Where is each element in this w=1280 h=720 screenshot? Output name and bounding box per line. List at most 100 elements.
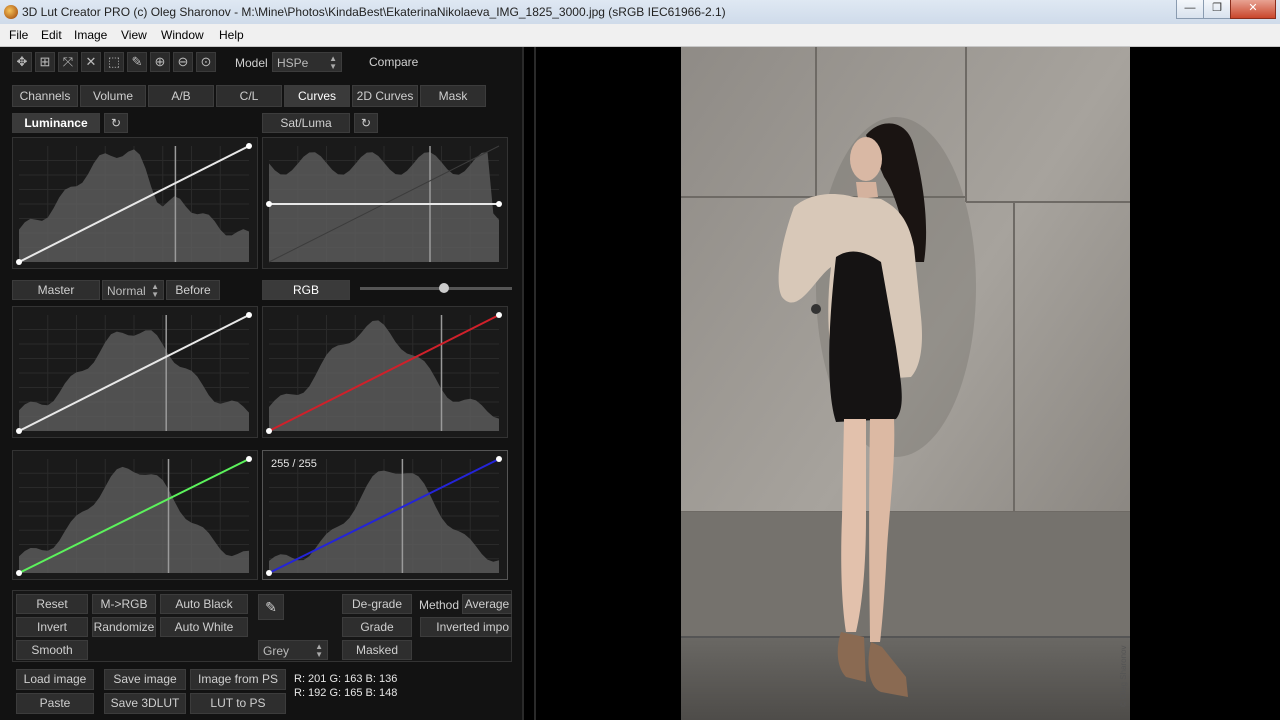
menu-window[interactable]: Window: [161, 28, 204, 42]
eyedropper-icon[interactable]: ✎: [258, 594, 284, 620]
model-select-value: HSPe: [277, 56, 309, 70]
paste-button[interactable]: Paste: [16, 693, 94, 714]
select-tool-icon[interactable]: ⬚: [104, 52, 124, 72]
minimize-button[interactable]: —: [1176, 0, 1204, 19]
compare-button[interactable]: Compare: [369, 55, 418, 69]
tab-curves[interactable]: Curves: [284, 85, 350, 107]
satluma-button[interactable]: Sat/Luma: [262, 113, 350, 133]
tab-cl[interactable]: C/L: [216, 85, 282, 107]
grade-button[interactable]: Grade: [342, 617, 412, 637]
curve-point: [16, 428, 22, 434]
opacity-slider-track[interactable]: [360, 287, 512, 290]
menu-view[interactable]: View: [121, 28, 147, 42]
expand-tool-icon[interactable]: ⤧: [58, 52, 78, 72]
curve-canvas: [266, 145, 502, 263]
move-tool-icon[interactable]: ✥: [12, 52, 32, 72]
zoom-out-icon[interactable]: ⊖: [173, 52, 193, 72]
curve-point: [246, 312, 252, 318]
panel-splitter[interactable]: [522, 47, 536, 720]
curve-canvas: [16, 143, 252, 265]
app-icon: [4, 5, 18, 19]
histogram: [269, 470, 499, 573]
menu-help[interactable]: Help: [219, 28, 244, 42]
tab-channels[interactable]: Channels: [12, 85, 78, 107]
menu-bar: File Edit Image View Window Help: [0, 24, 1280, 47]
pixel-readout-current: R: 201 G: 163 B: 136: [294, 673, 398, 685]
model-select[interactable]: HSPe ▲ ▼: [272, 52, 342, 72]
rgb-button[interactable]: RGB: [262, 280, 350, 300]
spin-arrows-icon: ▲ ▼: [151, 282, 159, 299]
curve-point: [246, 456, 252, 462]
curve-canvas: [266, 456, 502, 576]
randomize-button[interactable]: Randomize: [92, 617, 156, 637]
smooth-button[interactable]: Smooth: [16, 640, 88, 660]
m-to-rgb-button[interactable]: M->RGB: [92, 594, 156, 614]
grey-select-value: Grey: [263, 644, 290, 658]
master-button[interactable]: Master: [12, 280, 100, 300]
image-viewer[interactable]: © Oleg Sharonov: [536, 47, 1280, 720]
spin-arrows-icon: ▲ ▼: [329, 54, 337, 71]
luminance-button[interactable]: Luminance: [12, 113, 100, 133]
red-curve-panel[interactable]: [262, 306, 508, 438]
opacity-slider-thumb[interactable]: [438, 283, 449, 293]
master-curve-panel[interactable]: [12, 306, 258, 438]
curve-point: [266, 570, 272, 576]
histogram: [19, 466, 249, 573]
invert-button[interactable]: Invert: [16, 617, 88, 637]
histogram: [19, 330, 249, 431]
inverted-import-checkbox[interactable]: Inverted impo: [420, 617, 512, 637]
curve-point-readout: 255 / 255: [271, 458, 317, 470]
spin-arrows-icon: ▲ ▼: [315, 642, 323, 659]
curve-point: [246, 143, 252, 149]
curve-canvas: [16, 456, 252, 576]
degrade-button[interactable]: De-grade: [342, 594, 412, 614]
satluma-curve-panel[interactable]: [262, 137, 508, 269]
grey-select[interactable]: Grey ▲ ▼: [258, 640, 328, 660]
title-bar: 3D Lut Creator PRO (c) Oleg Sharonov - M…: [0, 0, 1280, 24]
cross-tool-icon[interactable]: ✕: [81, 52, 101, 72]
save-3dlut-button[interactable]: Save 3DLUT: [104, 693, 186, 714]
zoom-in-icon[interactable]: ⊕: [150, 52, 170, 72]
menu-edit[interactable]: Edit: [41, 28, 62, 42]
curve-point: [16, 259, 22, 265]
save-image-button[interactable]: Save image: [104, 669, 186, 690]
luminance-reset-icon[interactable]: ↻: [104, 113, 128, 133]
menu-image[interactable]: Image: [74, 28, 107, 42]
tab-volume[interactable]: Volume: [80, 85, 146, 107]
menu-file[interactable]: File: [9, 28, 28, 42]
pixel-readout-original: R: 192 G: 165 B: 148: [294, 687, 398, 699]
window-title: 3D Lut Creator PRO (c) Oleg Sharonov - M…: [22, 5, 726, 19]
image-from-ps-button[interactable]: Image from PS: [190, 669, 286, 690]
auto-black-button[interactable]: Auto Black: [160, 594, 248, 614]
tab-ab[interactable]: A/B: [148, 85, 214, 107]
curve-point: [16, 570, 22, 576]
blend-mode-select[interactable]: Normal ▲ ▼: [102, 280, 164, 300]
photo: © Oleg Sharonov: [681, 47, 1130, 720]
lut-to-ps-button[interactable]: LUT to PS: [190, 693, 286, 714]
tab-2d-curves[interactable]: 2D Curves: [352, 85, 418, 107]
green-curve-panel[interactable]: [12, 450, 258, 580]
close-button[interactable]: ✕: [1230, 0, 1276, 19]
curve-point: [496, 456, 502, 462]
eyedropper-tool-icon[interactable]: ✎: [127, 52, 147, 72]
maximize-button[interactable]: ❐: [1203, 0, 1231, 19]
tab-mask[interactable]: Mask: [420, 85, 486, 107]
masked-button[interactable]: Masked: [342, 640, 412, 660]
before-button[interactable]: Before: [166, 280, 220, 300]
blend-mode-value: Normal: [107, 284, 146, 298]
reset-button[interactable]: Reset: [16, 594, 88, 614]
average-select[interactable]: Average: [462, 594, 512, 614]
photo-watermark: © Oleg Sharonov: [1119, 646, 1128, 707]
curve-point: [496, 201, 502, 207]
curve-canvas: [266, 312, 502, 434]
auto-white-button[interactable]: Auto White: [160, 617, 248, 637]
model-label: Model: [235, 56, 268, 70]
luminance-curve-panel[interactable]: [12, 137, 258, 269]
fit-tool-icon[interactable]: ⊞: [35, 52, 55, 72]
load-image-button[interactable]: Load image: [16, 669, 94, 690]
satluma-reset-icon[interactable]: ↻: [354, 113, 378, 133]
curve-canvas: [16, 312, 252, 434]
method-label: Method: [419, 598, 460, 612]
curve-point: [266, 428, 272, 434]
zoom-fit-icon[interactable]: ⊙: [196, 52, 216, 72]
